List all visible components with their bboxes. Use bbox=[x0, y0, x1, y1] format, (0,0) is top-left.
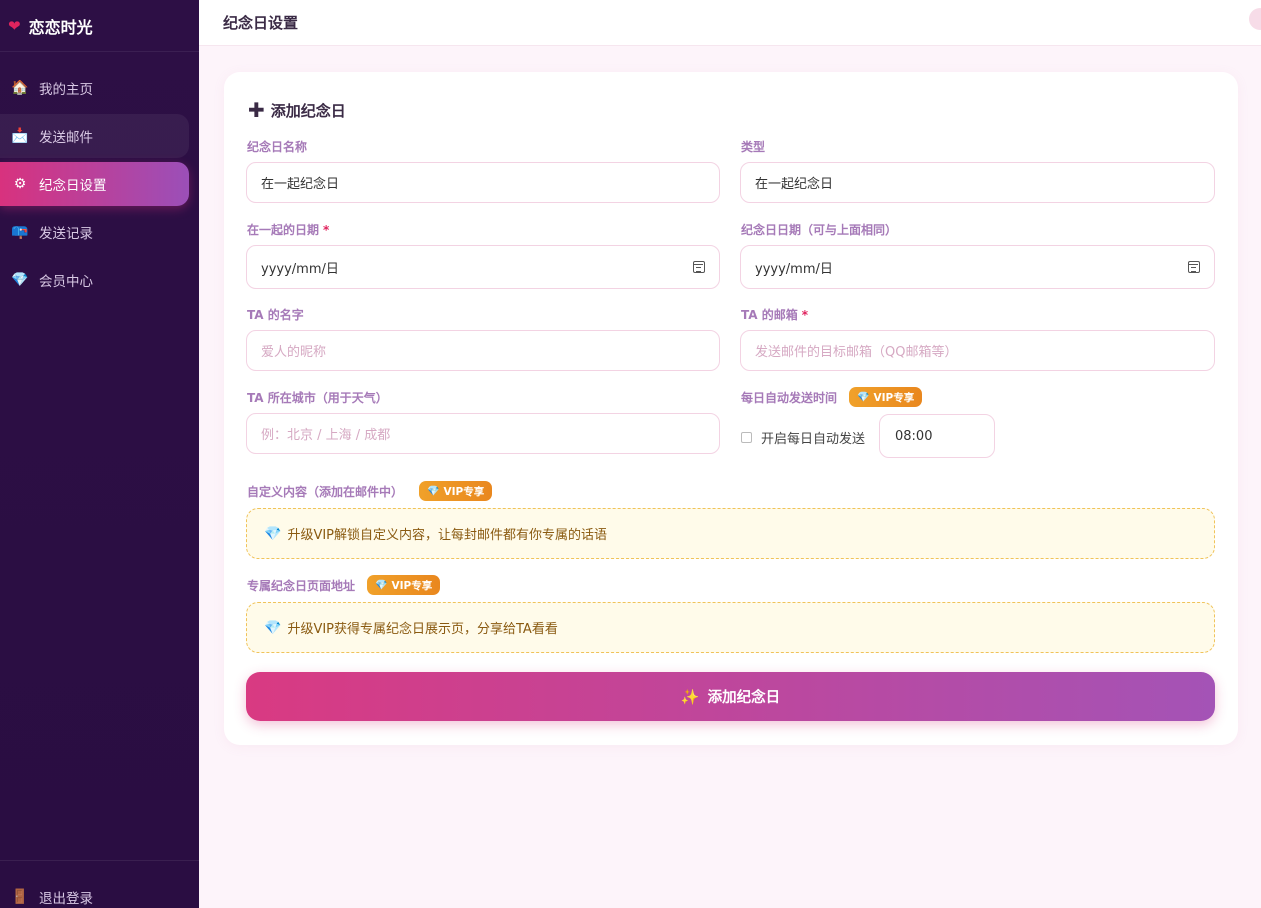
input-placeholder: 发送邮件的目标邮箱（QQ邮箱等） bbox=[755, 345, 958, 360]
notice-text: 升级VIP获得专属纪念日展示页，分享给TA看看 bbox=[287, 622, 558, 637]
sidebar-item-vip-center[interactable]: 💎 会员中心 bbox=[0, 258, 189, 302]
mailbox-icon: 📩 bbox=[11, 128, 29, 144]
page-url-vip-notice[interactable]: 💎 升级VIP获得专属纪念日展示页，分享给TA看看 bbox=[246, 602, 1215, 653]
time-value: 08:00 bbox=[895, 428, 933, 444]
auto-send-toggle[interactable]: 开启每日自动发送 bbox=[741, 428, 865, 447]
ta-city-label: TA 所在城市（用于天气） bbox=[247, 389, 388, 406]
sidebar-nav: 🏠 我的主页 📩 发送邮件 ⚙ 纪念日设置 📪 发送记录 💎 会员中心 bbox=[0, 52, 199, 302]
gem-icon: 💎 bbox=[375, 579, 388, 591]
auto-send-label: 每日自动发送时间 💎 VIP专享 bbox=[741, 387, 923, 407]
label-text: 纪念日名称 bbox=[247, 140, 308, 154]
sidebar-item-label: 发送记录 bbox=[39, 226, 93, 242]
input-placeholder: 例：北京 / 上海 / 成都 bbox=[261, 428, 391, 443]
logout-button[interactable]: 🚪 退出登录 bbox=[0, 860, 199, 908]
door-icon: 🚪 bbox=[11, 888, 29, 905]
together-date-input[interactable]: yyyy/mm/日 bbox=[246, 245, 720, 289]
section-title: ✚ 添加纪念日 bbox=[248, 98, 346, 122]
sidebar: ❤ 恋恋时光 🏠 我的主页 📩 发送邮件 ⚙ 纪念日设置 📪 发送记录 💎 会员… bbox=[0, 0, 199, 908]
vip-badge-text: VIP专享 bbox=[873, 391, 915, 404]
vip-badge: 💎 VIP专享 bbox=[849, 387, 923, 407]
together-date-label: 在一起的日期 * bbox=[247, 221, 329, 238]
custom-content-label: 自定义内容（添加在邮件中） 💎 VIP专享 bbox=[247, 481, 493, 501]
label-text: 类型 bbox=[741, 140, 766, 154]
ta-city-input[interactable]: 例：北京 / 上海 / 成都 bbox=[246, 413, 720, 454]
label-text: 在一起的日期 bbox=[247, 223, 320, 237]
gem-icon: 💎 bbox=[427, 485, 440, 497]
label-text: 纪念日日期（可与上面相同） bbox=[741, 223, 898, 237]
label-text: 专属纪念日页面地址 bbox=[247, 578, 356, 593]
anniversary-date-label: 纪念日日期（可与上面相同） bbox=[741, 221, 897, 238]
sidebar-item-anniversary-settings[interactable]: ⚙ 纪念日设置 bbox=[0, 162, 189, 206]
section-title-text: 添加纪念日 bbox=[270, 101, 346, 120]
label-text: 自定义内容（添加在邮件中） bbox=[247, 484, 404, 499]
gem-icon: 💎 bbox=[857, 391, 870, 403]
label-text: TA 的名字 bbox=[247, 308, 304, 322]
house-icon: 🏠 bbox=[11, 80, 29, 96]
sidebar-item-send-records[interactable]: 📪 发送记录 bbox=[0, 210, 189, 254]
auto-send-checkbox[interactable] bbox=[741, 432, 752, 443]
vip-badge: 💎 VIP专享 bbox=[367, 575, 441, 595]
plus-icon: ✚ bbox=[248, 98, 265, 122]
page-title: 纪念日设置 bbox=[223, 14, 299, 32]
heart-icon: ❤ bbox=[8, 16, 21, 35]
add-anniversary-button[interactable]: ✨ 添加纪念日 bbox=[246, 672, 1215, 721]
send-time-input[interactable]: 08:00 bbox=[879, 414, 995, 458]
custom-content-vip-notice[interactable]: 💎 升级VIP解锁自定义内容，让每封邮件都有你专属的话语 bbox=[246, 508, 1215, 559]
add-anniversary-card: ✚ 添加纪念日 纪念日名称 在一起纪念日 类型 在一起纪念日 在一起的日期 * … bbox=[224, 72, 1238, 745]
gem-icon: 💎 bbox=[264, 619, 282, 636]
ta-name-input[interactable]: 爱人的昵称 bbox=[246, 330, 720, 371]
date-placeholder: yyyy/mm/日 bbox=[261, 261, 339, 277]
input-value: 在一起纪念日 bbox=[261, 177, 340, 192]
sidebar-item-send-mail[interactable]: 📩 发送邮件 bbox=[0, 114, 189, 158]
checkbox-label: 开启每日自动发送 bbox=[761, 432, 866, 447]
required-mark: * bbox=[323, 222, 330, 237]
required-mark: * bbox=[801, 307, 809, 322]
brand[interactable]: ❤ 恋恋时光 bbox=[0, 0, 199, 52]
sidebar-item-home[interactable]: 🏠 我的主页 bbox=[0, 66, 189, 110]
type-label: 类型 bbox=[741, 138, 765, 155]
gem-icon: 💎 bbox=[264, 525, 282, 542]
label-text: TA 所在城市（用于天气） bbox=[247, 391, 388, 405]
vip-badge-text: VIP专享 bbox=[443, 485, 485, 498]
avatar[interactable] bbox=[1249, 8, 1261, 30]
label-text: 每日自动发送时间 bbox=[741, 390, 838, 405]
name-label: 纪念日名称 bbox=[247, 138, 307, 155]
type-select[interactable]: 在一起纪念日 bbox=[740, 162, 1215, 203]
sidebar-item-label: 发送邮件 bbox=[39, 130, 93, 146]
brand-name: 恋恋时光 bbox=[28, 17, 93, 37]
gem-icon: 💎 bbox=[11, 272, 29, 288]
notice-text: 升级VIP解锁自定义内容，让每封邮件都有你专属的话语 bbox=[287, 528, 608, 543]
ta-name-label: TA 的名字 bbox=[247, 306, 304, 323]
sidebar-item-label: 我的主页 bbox=[39, 82, 93, 98]
anniversary-name-input[interactable]: 在一起纪念日 bbox=[246, 162, 720, 203]
sidebar-item-label: 会员中心 bbox=[39, 274, 93, 290]
calendar-icon[interactable] bbox=[693, 261, 705, 273]
ta-email-label: TA 的邮箱 * bbox=[741, 306, 808, 323]
button-label: 添加纪念日 bbox=[707, 690, 781, 706]
sidebar-item-label: 纪念日设置 bbox=[39, 178, 107, 194]
vip-badge-text: VIP专享 bbox=[391, 579, 433, 592]
gear-icon: ⚙ bbox=[13, 176, 27, 192]
input-placeholder: 爱人的昵称 bbox=[261, 345, 327, 360]
page-url-label: 专属纪念日页面地址 💎 VIP专享 bbox=[247, 575, 441, 595]
date-placeholder: yyyy/mm/日 bbox=[755, 261, 833, 277]
anniversary-date-input[interactable]: yyyy/mm/日 bbox=[740, 245, 1215, 289]
calendar-icon[interactable] bbox=[1188, 261, 1200, 273]
record-icon: 📪 bbox=[11, 224, 29, 240]
top-bar: 纪念日设置 bbox=[199, 0, 1261, 46]
label-text: TA 的邮箱 bbox=[741, 308, 798, 322]
select-value: 在一起纪念日 bbox=[755, 177, 834, 192]
vip-badge: 💎 VIP专享 bbox=[419, 481, 493, 501]
ta-email-input[interactable]: 发送邮件的目标邮箱（QQ邮箱等） bbox=[740, 330, 1215, 371]
logout-label: 退出登录 bbox=[39, 890, 93, 907]
sparkles-icon: ✨ bbox=[680, 687, 700, 706]
